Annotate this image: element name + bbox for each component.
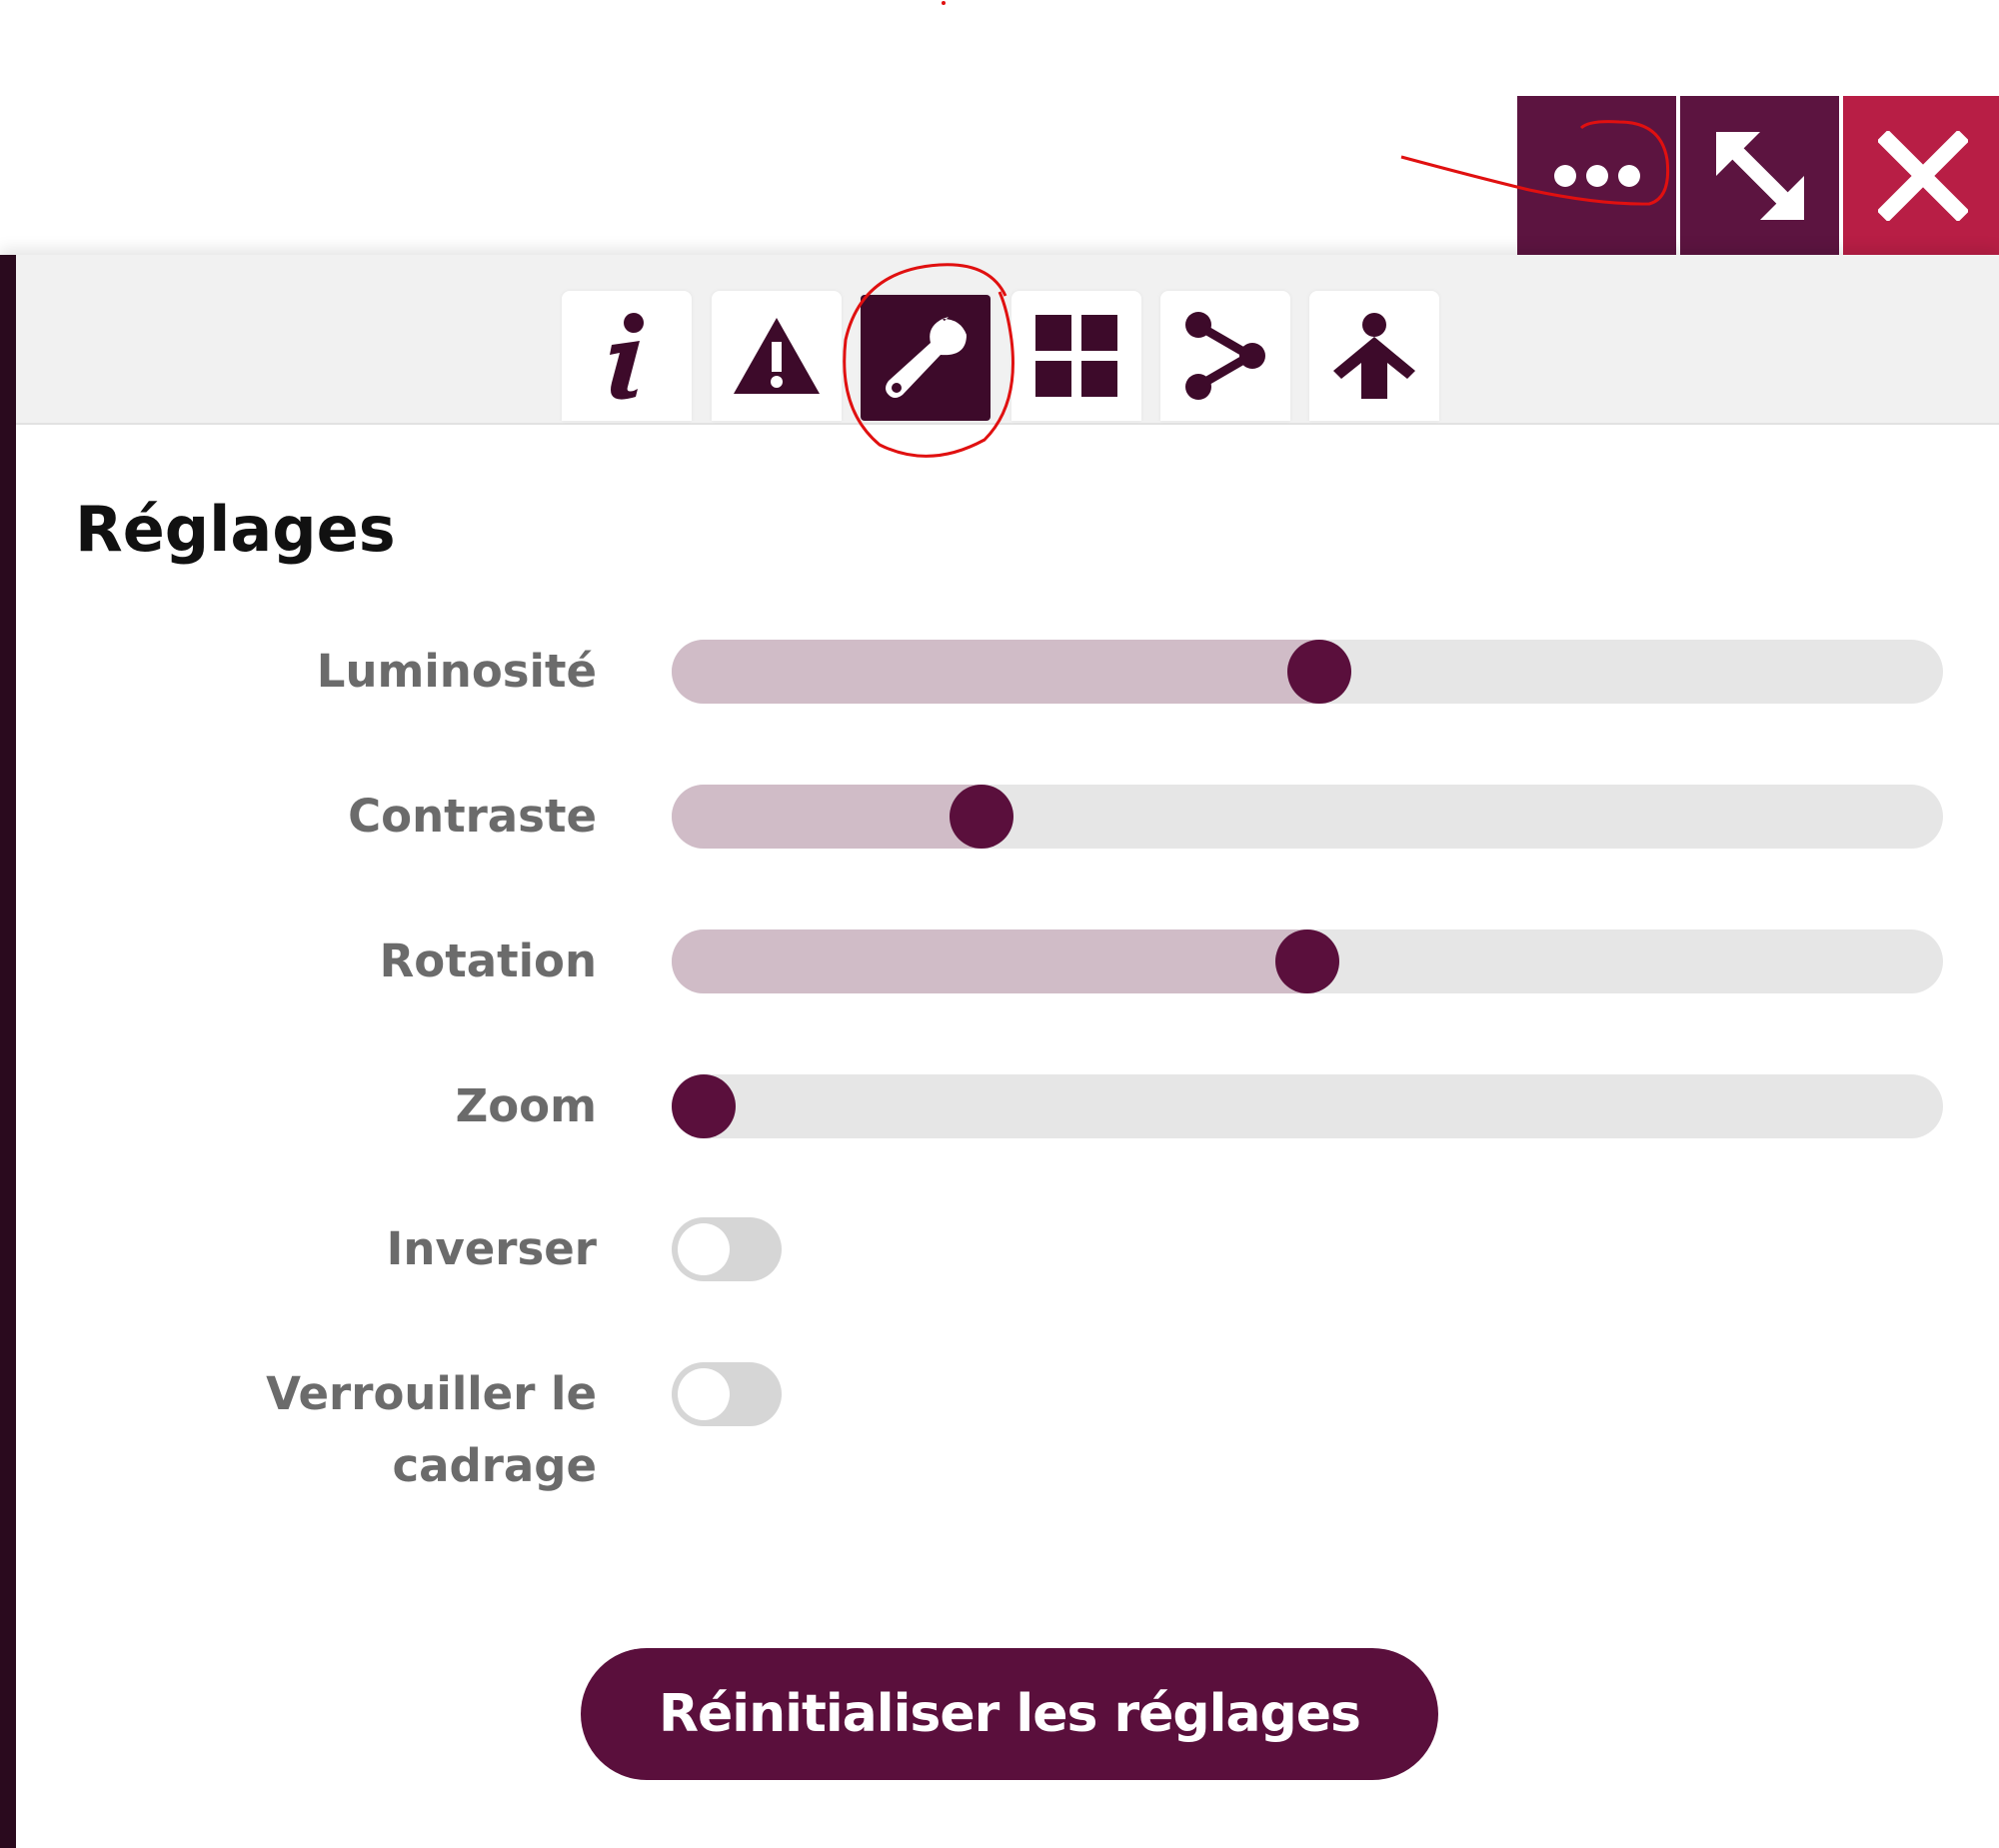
tab-warning[interactable] [712,291,842,421]
tab-info[interactable] [562,291,692,421]
expand-arrows-icon [1715,131,1804,220]
warning-icon [734,318,820,394]
close-icon [1878,130,1968,221]
slider-fill [672,640,1320,704]
slider-thumb[interactable] [672,1074,736,1138]
close-button[interactable] [1843,96,1999,255]
tab-accessibility[interactable] [1309,291,1439,421]
viewer-window: Réglages Luminosité Contraste Rotation Z… [0,0,1999,1848]
tab-bar [16,255,1999,425]
ellipsis-icon [1553,164,1640,187]
toggle-label-line2: cadrage [392,1439,597,1492]
section-title: Réglages [75,493,396,566]
zoom-slider[interactable] [672,1074,1943,1138]
inverser-toggle[interactable] [672,1217,782,1281]
contraste-slider[interactable] [672,785,1943,849]
slider-fill [672,785,982,849]
toggle-label: Inverser [386,1222,597,1275]
slider-label: Luminosité [316,645,597,698]
slider-thumb[interactable] [1287,640,1352,704]
toggle-knob [678,1368,730,1420]
toggle-knob [678,1223,730,1275]
viewer-panel: Réglages Luminosité Contraste Rotation Z… [0,255,1999,1848]
slider-label: Contraste [348,790,597,843]
slider-label: Zoom [455,1079,597,1132]
verrouiller-cadrage-toggle[interactable] [672,1362,782,1426]
slider-label: Rotation [379,934,597,987]
slider-fill [672,929,1307,993]
grid-icon [1035,315,1117,397]
tab-grid[interactable] [1011,291,1141,421]
info-icon [610,313,644,400]
slider-thumb[interactable] [949,785,1013,849]
wrench-icon [886,317,967,398]
window-controls [1517,96,1999,255]
share-icon [1185,312,1265,400]
reset-settings-button[interactable]: Réinitialiser les réglages [581,1648,1438,1780]
toggle-label: Verrouiller le cadrage [177,1358,597,1502]
slider-thumb[interactable] [1275,929,1339,993]
annotation-dot [942,1,946,5]
rotation-slider[interactable] [672,929,1943,993]
tab-share[interactable] [1160,291,1290,421]
person-icon [1333,313,1415,399]
expand-button[interactable] [1680,96,1839,255]
more-options-button[interactable] [1517,96,1676,255]
panel-edge [0,255,16,1848]
toggle-label-line1: Verrouiller le [266,1367,597,1420]
luminosite-slider[interactable] [672,640,1943,704]
tab-settings[interactable] [861,295,991,421]
